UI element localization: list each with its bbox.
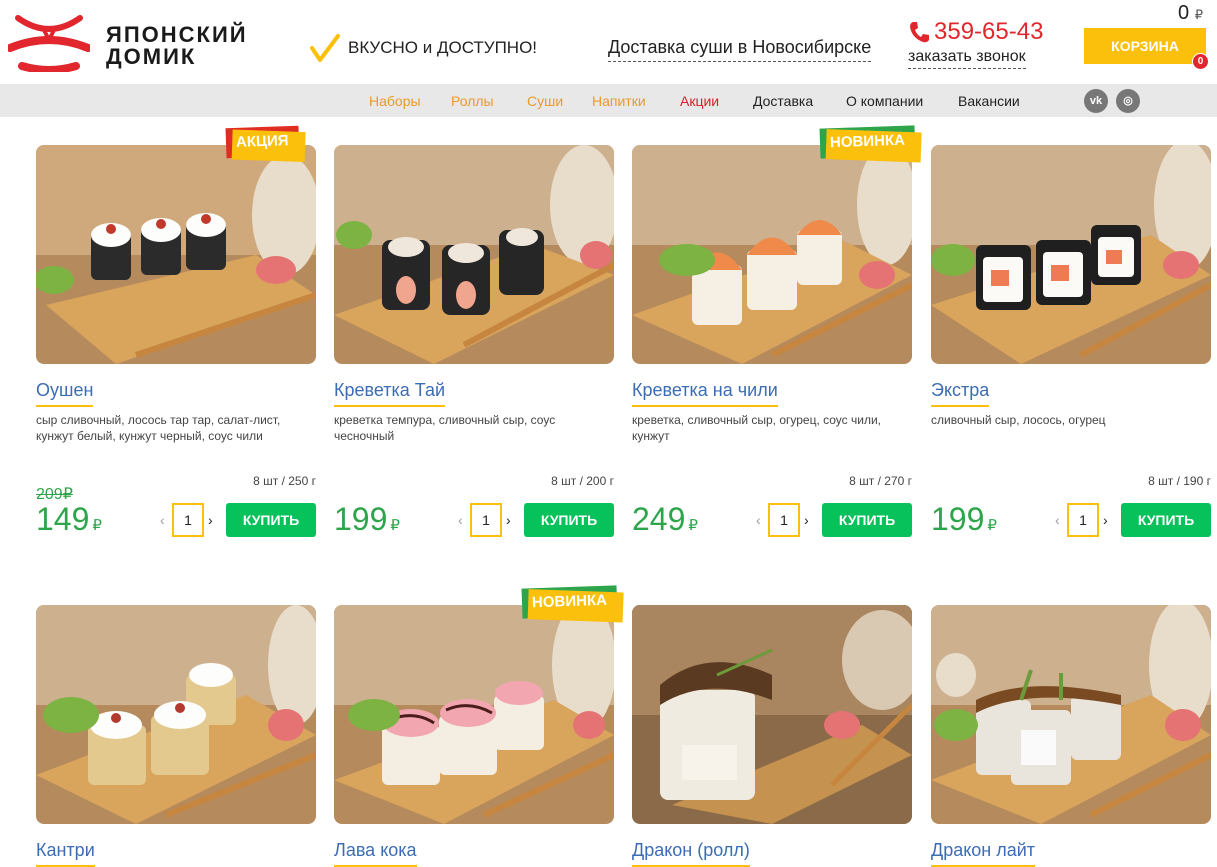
- decrease-icon[interactable]: ‹: [1055, 512, 1060, 528]
- new-badge: НОВИНКА: [819, 125, 916, 159]
- quantity-input[interactable]: 1: [470, 503, 502, 537]
- buy-button[interactable]: КУПИТЬ: [524, 503, 614, 537]
- buy-button[interactable]: КУПИТЬ: [1121, 503, 1211, 537]
- nav-item-about[interactable]: О компании: [846, 93, 923, 109]
- nav-item-promotions[interactable]: Акции: [680, 93, 719, 109]
- price-currency: ₽: [688, 517, 698, 534]
- product-description: креветка, сливочный сыр, огурец, соус чи…: [632, 413, 881, 443]
- cart-total-currency: ₽: [1194, 7, 1203, 22]
- product-photo[interactable]: [632, 605, 912, 824]
- logo-text-line2: ДОМИК: [106, 44, 197, 69]
- phone-icon: [910, 22, 929, 43]
- price-currency: ₽: [390, 517, 400, 534]
- cart-total: 0 ₽: [1178, 2, 1203, 25]
- price-value: 149: [36, 501, 90, 537]
- price-value: 199: [334, 501, 388, 537]
- increase-icon[interactable]: ›: [208, 512, 213, 528]
- quantity-stepper: ‹ 1 ›: [1055, 503, 1119, 537]
- nav-item-sushi[interactable]: Суши: [527, 93, 563, 109]
- phone-number[interactable]: 359-65-43: [908, 18, 1043, 46]
- product-price: 249 ₽: [632, 501, 698, 538]
- sale-badge: АКЦИЯ: [225, 125, 300, 159]
- product-description: сливочный сыр, лосось, огурец: [931, 413, 1106, 427]
- main-nav: Наборы Роллы Суши Напитки Акции Доставка…: [0, 84, 1217, 117]
- decrease-icon[interactable]: ‹: [160, 512, 165, 528]
- quantity-input[interactable]: 1: [768, 503, 800, 537]
- callback-link[interactable]: заказать звонок: [908, 48, 1026, 69]
- product-description: сыр сливочный, лосось тар тар, салат-лис…: [36, 413, 281, 443]
- logo-text-line1: ЯПОНСКИЙ: [106, 22, 248, 47]
- new-badge: НОВИНКА: [521, 585, 618, 619]
- product-weight: 8 шт / 190 г: [1148, 474, 1211, 488]
- product-photo[interactable]: [931, 145, 1211, 364]
- quantity-input[interactable]: 1: [1067, 503, 1099, 537]
- product-photo[interactable]: [36, 145, 316, 364]
- price-currency: ₽: [987, 517, 997, 534]
- increase-icon[interactable]: ›: [1103, 512, 1108, 528]
- logo[interactable]: ЯПОНСКИЙ ДОМИК: [8, 14, 248, 72]
- cart-button[interactable]: КОРЗИНА: [1084, 28, 1206, 64]
- product-price: 199 ₽: [931, 501, 997, 538]
- quantity-stepper: ‹ 1 ›: [458, 503, 522, 537]
- increase-icon[interactable]: ›: [506, 512, 511, 528]
- product-weight: 8 шт / 250 г: [253, 474, 316, 488]
- product-weight: 8 шт / 200 г: [551, 474, 614, 488]
- increase-icon[interactable]: ›: [804, 512, 809, 528]
- quantity-stepper: ‹ 1 ›: [756, 503, 820, 537]
- instagram-icon[interactable]: ◎: [1116, 89, 1140, 113]
- nav-item-rolls[interactable]: Роллы: [451, 93, 494, 109]
- nav-item-delivery[interactable]: Доставка: [753, 93, 813, 109]
- product-weight: 8 шт / 270 г: [849, 474, 912, 488]
- nav-item-drinks[interactable]: Напитки: [592, 93, 646, 109]
- logo-house-icon: [8, 15, 90, 72]
- quantity-input[interactable]: 1: [172, 503, 204, 537]
- cart-total-value: 0: [1178, 2, 1190, 24]
- vk-icon[interactable]: vk: [1084, 89, 1108, 113]
- product-title[interactable]: Лава кока: [334, 840, 417, 867]
- buy-button[interactable]: КУПИТЬ: [822, 503, 912, 537]
- phone-text: 359-65-43: [934, 18, 1044, 45]
- decrease-icon[interactable]: ‹: [756, 512, 761, 528]
- product-title[interactable]: Оушен: [36, 380, 94, 407]
- nav-item-vacancies[interactable]: Вакансии: [958, 93, 1020, 109]
- product-price: 199 ₽: [334, 501, 400, 538]
- delivery-city-link[interactable]: Доставка суши в Новосибирске: [608, 37, 872, 62]
- product-price: 149 ₽: [36, 501, 102, 538]
- slogan-text: ВКУСНО и ДОСТУПНО!: [348, 38, 538, 57]
- product-photo[interactable]: [632, 145, 912, 364]
- buy-button[interactable]: КУПИТЬ: [226, 503, 316, 537]
- nav-item-sets[interactable]: Наборы: [369, 93, 421, 109]
- product-title[interactable]: Дракон лайт: [931, 840, 1036, 867]
- cart-count-badge: 0: [1192, 53, 1209, 70]
- product-title[interactable]: Креветка на чили: [632, 380, 778, 407]
- price-value: 199: [931, 501, 985, 537]
- product-photo[interactable]: [334, 605, 614, 824]
- product-photo[interactable]: [36, 605, 316, 824]
- product-title[interactable]: Кантри: [36, 840, 95, 867]
- product-description: креветка темпура, сливочный сыр, соус че…: [334, 413, 556, 443]
- product-title[interactable]: Креветка Тай: [334, 380, 446, 407]
- price-currency: ₽: [92, 517, 102, 534]
- product-title[interactable]: Дракон (ролл): [632, 840, 750, 867]
- phone-block: 359-65-43 заказать звонок: [908, 18, 1043, 69]
- site-header: ЯПОНСКИЙ ДОМИК ВКУСНО и ДОСТУПНО! Достав…: [0, 0, 1217, 84]
- product-title[interactable]: Экстра: [931, 380, 990, 407]
- product-photo[interactable]: [334, 145, 614, 364]
- price-value: 249: [632, 501, 686, 537]
- decrease-icon[interactable]: ‹: [458, 512, 463, 528]
- checkmark-icon: [310, 34, 340, 62]
- product-photo[interactable]: [931, 605, 1211, 824]
- quantity-stepper: ‹ 1 ›: [160, 503, 224, 537]
